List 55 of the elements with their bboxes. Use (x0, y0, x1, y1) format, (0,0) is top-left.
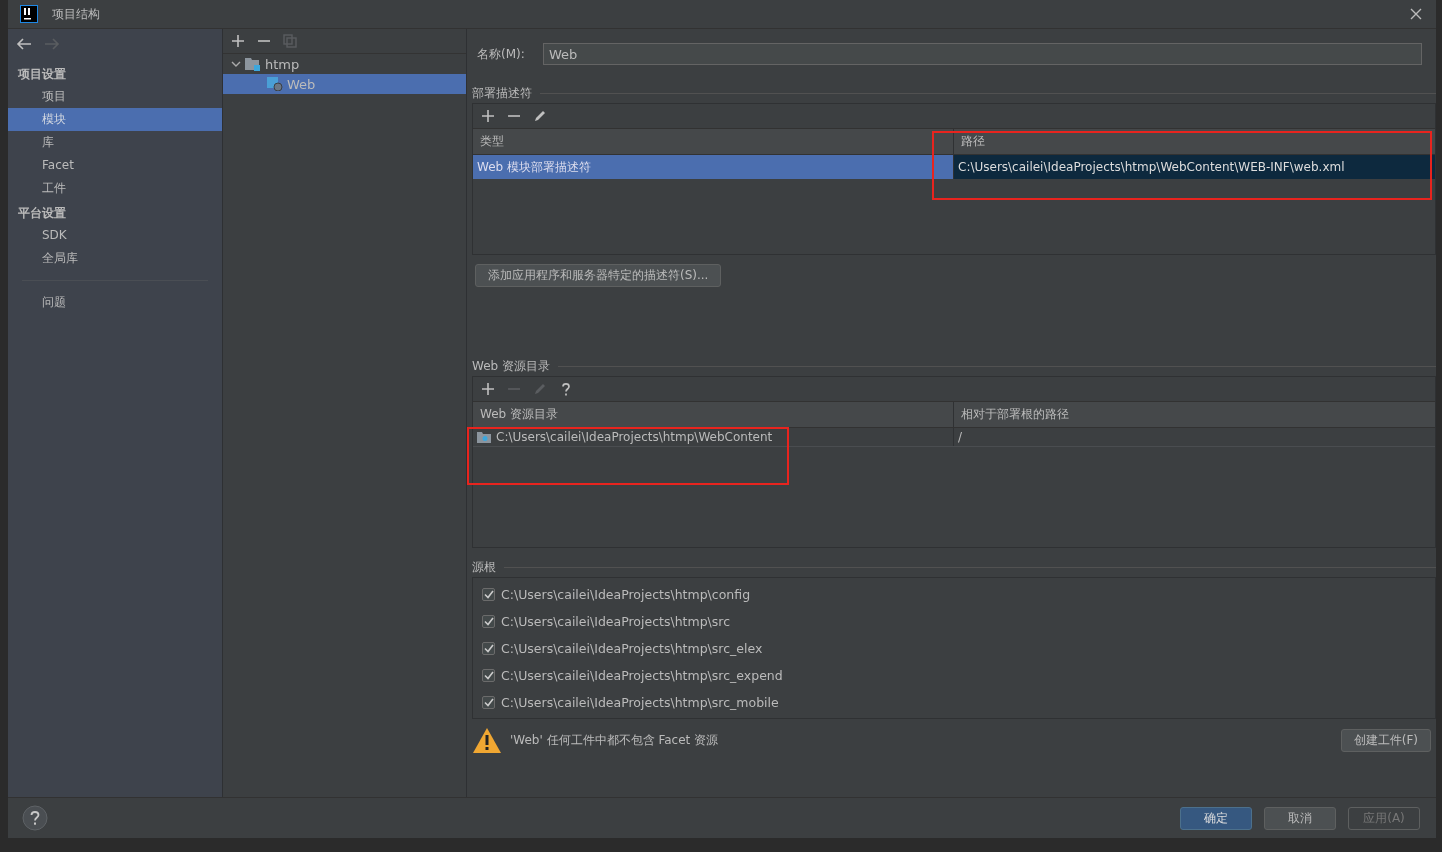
add-descriptor-button[interactable]: 添加应用程序和服务器特定的描述符(S)... (475, 264, 722, 287)
create-artifact-button[interactable]: 创建工件(F) (1340, 728, 1431, 752)
dialog-button[interactable]: 确定 (1180, 806, 1252, 830)
checkbox[interactable] (482, 642, 495, 655)
sidebar-item[interactable]: 模块 (8, 108, 222, 131)
web-module-icon (267, 77, 283, 91)
add-icon[interactable] (481, 382, 495, 396)
sidebar-item[interactable]: Facet (8, 154, 222, 177)
section-title: 源根 (472, 558, 496, 576)
sidebar-heading: 平台设置 (17, 205, 67, 222)
help-icon[interactable] (559, 382, 573, 396)
checkbox[interactable] (482, 615, 495, 628)
add-icon[interactable] (481, 109, 495, 123)
help-icon[interactable] (22, 805, 48, 831)
sidebar-item[interactable]: 库 (8, 131, 222, 154)
app-logo-icon (20, 5, 38, 23)
close-icon[interactable] (1410, 8, 1422, 20)
source-root-path: C:\Users\cailei\IdeaProjects\htmp\src_expend (501, 668, 783, 683)
chevron-icon[interactable] (231, 59, 241, 69)
source-root-path: C:\Users\cailei\IdeaProjects\htmp\src_mobile (501, 695, 779, 710)
tree-item[interactable]: htmp (223, 54, 466, 74)
sidebar-item[interactable]: 项目 (8, 85, 222, 108)
source-root-path: C:\Users\cailei\IdeaProjects\htmp\config (501, 587, 751, 602)
warning-message: 'Web' 任何工件中都不包含 Facet 资源 (510, 731, 719, 749)
folder-icon (477, 431, 491, 443)
column-header[interactable]: 相对于部署根的路径 (954, 402, 1435, 427)
column-header[interactable]: Web 资源目录 (473, 402, 954, 427)
name-field[interactable]: Web (543, 43, 1422, 65)
window-title: 项目结构 (52, 5, 100, 23)
table-cell[interactable]: / (958, 428, 963, 446)
table-cell[interactable]: Web 模块部署描述符 (473, 155, 954, 179)
edit-icon[interactable] (533, 109, 547, 123)
sidebar-item[interactable]: 问题 (8, 291, 222, 314)
dialog-button[interactable]: 取消 (1264, 806, 1336, 830)
name-label: 名称(M): (476, 45, 526, 63)
add-icon[interactable] (231, 34, 245, 48)
table-cell[interactable]: C:\Users\cailei\IdeaProjects\htmp\WebContent (496, 428, 773, 446)
source-root-path: C:\Users\cailei\IdeaProjects\htmp\src_elex (501, 641, 763, 656)
back-arrow-icon[interactable] (16, 37, 32, 51)
table-cell[interactable]: C:\Users\cailei\IdeaProjects\htmp\WebContent\WEB-INF\web.xml (954, 155, 1435, 179)
sidebar-item[interactable]: SDK (8, 224, 222, 247)
checkbox[interactable] (482, 669, 495, 682)
sidebar-item[interactable]: 全局库 (8, 247, 222, 270)
warning-icon (472, 726, 502, 754)
source-root-path: C:\Users\cailei\IdeaProjects\htmp\src (501, 614, 731, 629)
column-header[interactable]: 路径 (954, 129, 1435, 154)
section-title: Web 资源目录 (472, 357, 550, 375)
sidebar-item[interactable]: 工件 (8, 177, 222, 200)
column-header[interactable]: 类型 (473, 129, 954, 154)
checkbox[interactable] (482, 588, 495, 601)
sidebar-heading: 项目设置 (17, 66, 67, 83)
folder-icon (245, 57, 261, 71)
checkbox[interactable] (482, 696, 495, 709)
section-title: 部署描述符 (472, 84, 532, 102)
tree-item[interactable]: Web (223, 74, 466, 94)
